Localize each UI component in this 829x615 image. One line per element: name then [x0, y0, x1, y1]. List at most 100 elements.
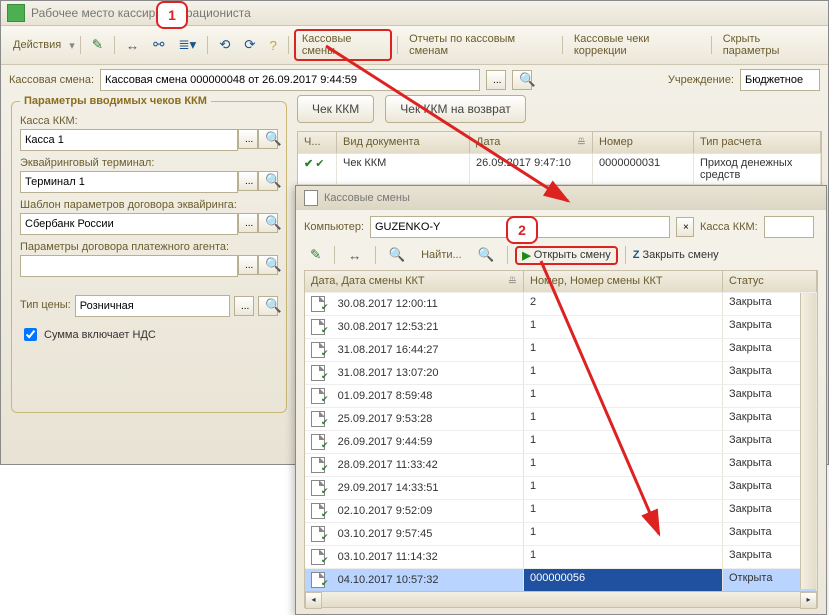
separator — [80, 36, 81, 54]
col-calc[interactable]: Тип расчета — [694, 132, 821, 153]
price-search-button[interactable]: 🔍 — [258, 296, 278, 316]
separator — [288, 36, 289, 54]
agent-label: Параметры договора платежного агента: — [20, 241, 278, 253]
correction-checks-link[interactable]: Кассовые чеки коррекции — [568, 30, 706, 60]
vertical-scrollbar[interactable] — [800, 293, 816, 589]
posted-icon: ✔ — [321, 417, 329, 427]
title-bar: Рабочее место кассира-операциониста — [1, 1, 828, 25]
posted-icon: ✔ — [321, 371, 329, 381]
main-window: Рабочее место кассира-операциониста Дейс… — [0, 0, 829, 465]
shift-row[interactable]: ✔ 30.08.2017 12:00:112Закрыта — [305, 292, 817, 315]
kassa2-label: Касса ККМ: — [700, 221, 758, 233]
template-input[interactable] — [20, 213, 238, 235]
org-input[interactable] — [740, 69, 820, 91]
kassa-search-button[interactable]: 🔍 — [258, 129, 278, 149]
shift-input[interactable] — [100, 69, 480, 91]
shift-row[interactable]: ✔ 31.08.2017 13:07:201Закрыта — [305, 361, 817, 384]
acq-search-button[interactable]: 🔍 — [258, 171, 278, 191]
kassa-input[interactable] — [20, 129, 238, 151]
shift-row[interactable]: ✔ 30.08.2017 12:53:211Закрыта — [305, 315, 817, 338]
shift-reports-link[interactable]: Отчеты по кассовым сменам — [403, 30, 557, 60]
posted-icon: ✔ — [321, 394, 329, 404]
shift-row[interactable]: ✔ 25.09.2017 9:53:281Закрыта — [305, 407, 817, 430]
table-header: Ч... Вид документа Дата≞ Номер Тип расче… — [298, 132, 821, 153]
check-return-button[interactable]: Чек ККМ на возврат — [385, 95, 525, 123]
link-icon[interactable]: ⚯ — [147, 34, 170, 56]
vat-checkbox[interactable] — [24, 328, 37, 341]
shift-row[interactable]: ✔ 31.08.2017 16:44:271Закрыта — [305, 338, 817, 361]
comp-clear-button[interactable]: × — [676, 217, 694, 237]
kassa-ellipsis-button[interactable]: ... — [238, 129, 258, 149]
edit2-icon[interactable]: ✎ — [304, 244, 327, 266]
col-check[interactable]: Ч... — [298, 132, 337, 153]
shift-row[interactable]: ✔ 02.10.2017 9:52:091Закрыта — [305, 499, 817, 522]
s-col-date[interactable]: Дата, Дата смены ККТ≞ — [305, 271, 524, 292]
s-col-num[interactable]: Номер, Номер смены ККТ — [524, 271, 723, 292]
actions-menu[interactable]: Действия — [7, 36, 67, 54]
template-label: Шаблон параметров договора эквайринга: — [20, 199, 278, 211]
separator — [207, 36, 208, 54]
close-shift-button[interactable]: Z Закрыть смену — [633, 249, 719, 261]
clear-find-icon[interactable]: 🔍 — [472, 244, 501, 266]
cash-shifts-link[interactable]: Кассовые смены — [294, 29, 392, 61]
help-icon[interactable]: ? — [263, 35, 282, 56]
table-row[interactable]: ✔✔ Чек ККМ 26.09.2017 9:47:10 0000000031… — [298, 153, 821, 184]
nav-fwd-icon[interactable]: ⟳ — [238, 34, 261, 56]
shifts-title-bar: Кассовые смены — [296, 186, 826, 210]
acq-input[interactable] — [20, 171, 238, 193]
price-ellipsis-button[interactable]: ... — [234, 296, 254, 316]
template-ellipsis-button[interactable]: ... — [238, 213, 258, 233]
list-icon[interactable]: ≣▾ — [172, 34, 202, 56]
shift-row[interactable]: ✔ 26.09.2017 9:44:591Закрыта — [305, 430, 817, 453]
agent-ellipsis-button[interactable]: ... — [238, 255, 258, 275]
acq-ellipsis-button[interactable]: ... — [238, 171, 258, 191]
shift-row[interactable]: ✔ 28.09.2017 11:33:421Закрыта — [305, 453, 817, 476]
shift-search-button[interactable]: 🔍 — [512, 70, 532, 90]
shift-ellipsis-button[interactable]: ... — [486, 70, 506, 90]
shift-label: Кассовая смена: — [9, 74, 94, 86]
price-input[interactable] — [75, 295, 230, 317]
posted-icon: ✔ — [321, 325, 329, 335]
params-legend: Параметры вводимых чеков ККМ — [20, 95, 211, 107]
scroll-left-button[interactable]: ◂ — [305, 592, 322, 609]
shift-row[interactable]: ✔ 03.10.2017 9:57:451Закрыта — [305, 522, 817, 545]
posted-icon: ✔ — [321, 578, 329, 588]
refresh-icon[interactable]: ↔ — [120, 35, 145, 56]
col-num[interactable]: Номер — [593, 132, 694, 153]
callout-2: 2 — [506, 216, 538, 244]
params-fieldset: Параметры вводимых чеков ККМ Касса ККМ: … — [11, 95, 287, 413]
col-date[interactable]: Дата≞ — [470, 132, 593, 153]
price-label: Тип цены: — [20, 299, 71, 311]
shift-row[interactable]: ✔ 03.10.2017 11:14:321Закрыта — [305, 545, 817, 568]
posted-icon: ✔ — [321, 302, 329, 312]
kassa-label: Касса ККМ: — [20, 115, 278, 127]
comp-label: Компьютер: — [304, 221, 364, 233]
hide-params-link[interactable]: Скрыть параметры — [717, 30, 822, 60]
z-icon: Z — [633, 249, 640, 261]
nav-back-icon[interactable]: ⟲ — [213, 34, 236, 56]
col-type[interactable]: Вид документа — [337, 132, 470, 153]
find-icon[interactable]: 🔍 — [383, 244, 412, 266]
scroll-right-button[interactable]: ▸ — [800, 592, 817, 609]
check-button[interactable]: Чек ККМ — [297, 95, 374, 123]
s-col-status[interactable]: Статус — [723, 271, 817, 292]
agent-search-button[interactable]: 🔍 — [258, 255, 278, 275]
app-icon — [7, 4, 25, 22]
edit-icon[interactable]: ✎ — [86, 34, 109, 56]
horizontal-scrollbar[interactable]: ◂ ▸ — [305, 591, 817, 607]
template-search-button[interactable]: 🔍 — [258, 213, 278, 233]
refresh2-icon[interactable]: ↔ — [342, 245, 367, 266]
find-button[interactable]: Найти... — [415, 246, 468, 264]
shift-row[interactable]: ✔ 04.10.2017 10:57:32000000056Открыта — [305, 568, 817, 591]
org-label: Учреждение: — [668, 74, 734, 86]
open-shift-button[interactable]: ▶ Открыть смену — [515, 246, 617, 265]
kassa2-input[interactable] — [764, 216, 814, 238]
agent-input[interactable] — [20, 255, 238, 277]
posted-icon: ✔ — [321, 532, 329, 542]
separator — [562, 36, 563, 54]
shift-row[interactable]: ✔ 29.09.2017 14:33:511Закрыта — [305, 476, 817, 499]
callout-1: 1 — [156, 1, 188, 29]
doc-icon — [304, 190, 318, 206]
separator — [397, 36, 398, 54]
shift-row[interactable]: ✔ 01.09.2017 8:59:481Закрыта — [305, 384, 817, 407]
